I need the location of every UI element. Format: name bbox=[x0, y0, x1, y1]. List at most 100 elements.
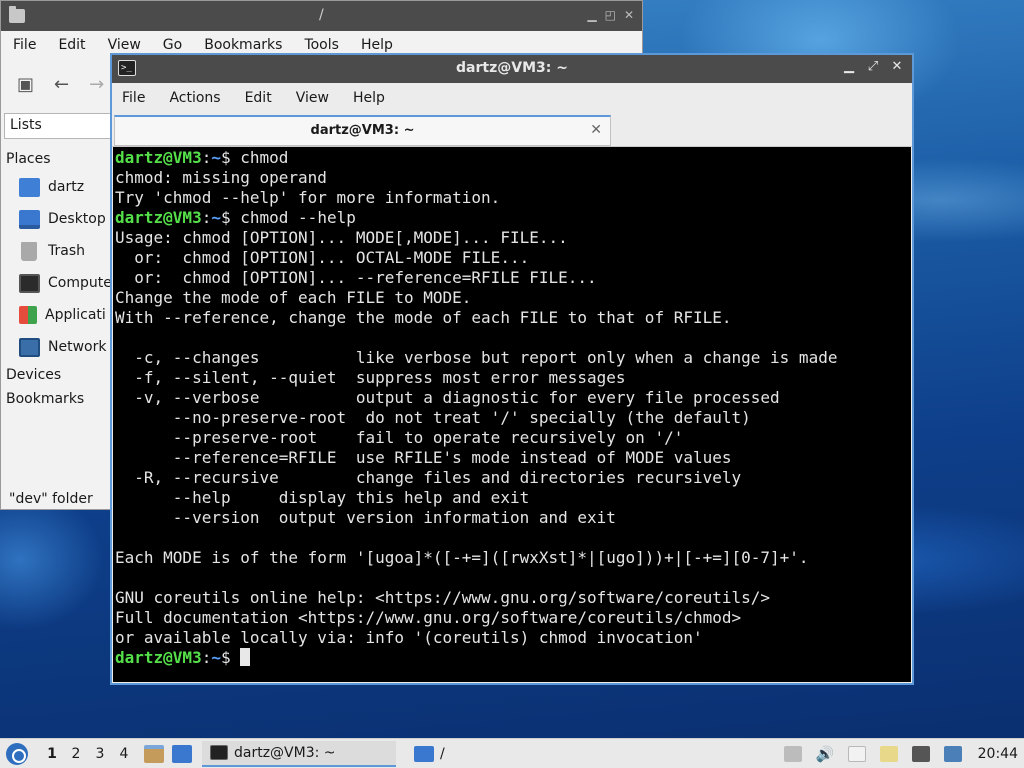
prompt-dollar: $ bbox=[220, 148, 241, 167]
place-item-trash[interactable]: Trash bbox=[1, 235, 111, 267]
place-item-computer[interactable]: Compute bbox=[1, 267, 111, 299]
task-button-file-manager[interactable]: / bbox=[406, 741, 453, 767]
menu-tools[interactable]: Tools bbox=[304, 37, 339, 53]
removable-media-icon[interactable] bbox=[783, 746, 802, 762]
prompt-separator: : bbox=[201, 208, 212, 227]
terminal-menubar: File Actions Edit View Help bbox=[112, 83, 912, 113]
terminal-icon bbox=[210, 745, 228, 760]
network-icon bbox=[19, 337, 40, 357]
tab-label: dartz@VM3: ~ bbox=[310, 123, 415, 138]
terminal-titlebar[interactable]: >_ dartz@VM3: ~ ▁ ⤢ ✕ bbox=[112, 55, 912, 83]
close-icon[interactable]: ✕ bbox=[624, 8, 634, 22]
place-label: Network bbox=[48, 339, 107, 355]
place-label: Compute bbox=[48, 275, 111, 291]
menu-actions[interactable]: Actions bbox=[169, 90, 220, 106]
terminal-output-line: With --reference, change the mode of eac… bbox=[115, 308, 732, 327]
terminal-prompt-line: dartz@VM3:~$ chmod --help bbox=[115, 208, 911, 228]
place-label: Trash bbox=[48, 243, 85, 259]
terminal-prompt-line: dartz@VM3:~$ chmod bbox=[115, 148, 911, 168]
battery-icon[interactable] bbox=[879, 746, 898, 762]
command-text: chmod --help bbox=[240, 208, 356, 227]
terminal-prompt-line: dartz@VM3:~$ bbox=[115, 648, 911, 668]
menu-view[interactable]: View bbox=[108, 37, 141, 53]
status-bar-text: "dev" folder bbox=[9, 491, 93, 507]
bookmarks-header[interactable]: Bookmarks bbox=[1, 387, 111, 411]
command-text: chmod bbox=[240, 148, 289, 167]
terminal-output-line: --reference=RFILE use RFILE's mode inste… bbox=[115, 448, 732, 467]
place-item-network[interactable]: Network bbox=[1, 331, 111, 363]
prompt-user: dartz@VM3 bbox=[115, 208, 202, 227]
menu-file[interactable]: File bbox=[122, 90, 145, 106]
file-manager-launcher-icon[interactable] bbox=[144, 744, 164, 763]
place-label: dartz bbox=[48, 179, 85, 195]
show-desktop-icon[interactable] bbox=[172, 744, 192, 763]
tab-close-icon[interactable]: ✕ bbox=[590, 117, 602, 144]
maximize-icon[interactable]: ⤢ bbox=[866, 59, 880, 74]
menu-view[interactable]: View bbox=[296, 90, 329, 106]
terminal-output[interactable]: dartz@VM3:~$ chmod chmod: missing operand… bbox=[113, 147, 911, 682]
taskbar: 1 2 3 4 dartz@VM3: ~ / 🔊 20:44 bbox=[0, 738, 1024, 768]
terminal-output-line: Full documentation <https://www.gnu.org/… bbox=[115, 608, 742, 627]
home-folder-icon bbox=[19, 177, 40, 197]
menu-go[interactable]: Go bbox=[163, 37, 182, 53]
new-tab-icon[interactable]: ▣ bbox=[17, 74, 34, 95]
task-label: dartz@VM3: ~ bbox=[234, 744, 336, 761]
terminal-output-line: GNU coreutils online help: <https://www.… bbox=[115, 588, 771, 607]
window-controls: ▁ ⤢ ✕ bbox=[842, 59, 904, 74]
terminal-output-line: -f, --silent, --quiet suppress most erro… bbox=[115, 368, 626, 387]
update-notifier-icon[interactable] bbox=[943, 746, 962, 762]
place-item-applications[interactable]: Applicati bbox=[1, 299, 111, 331]
place-item-home[interactable]: dartz bbox=[1, 171, 111, 203]
terminal-output-line: or available locally via: info '(coreuti… bbox=[115, 628, 703, 647]
terminal-output-line: Try 'chmod --help' for more information. bbox=[115, 188, 501, 207]
task-button-terminal[interactable]: dartz@VM3: ~ bbox=[202, 740, 396, 767]
side-pane-mode-select[interactable]: Lists bbox=[4, 113, 111, 139]
text-cursor[interactable] bbox=[240, 648, 251, 666]
folder-icon bbox=[9, 6, 25, 23]
menu-help[interactable]: Help bbox=[361, 37, 393, 53]
file-manager-title: / bbox=[319, 7, 324, 23]
workspace-4[interactable]: 4 bbox=[112, 746, 136, 762]
terminal-output-line: --help display this help and exit bbox=[115, 488, 530, 507]
terminal-output-line: Usage: chmod [OPTION]... MODE[,MODE]... … bbox=[115, 228, 568, 247]
minimize-icon[interactable]: ▁ bbox=[587, 8, 596, 22]
close-icon[interactable]: ✕ bbox=[890, 59, 904, 74]
file-manager-titlebar[interactable]: / ▁ ◰ ✕ bbox=[1, 1, 642, 31]
terminal-tab[interactable]: dartz@VM3: ~ ✕ bbox=[114, 115, 611, 146]
volume-icon[interactable]: 🔊 bbox=[816, 746, 835, 762]
terminal-window-title: dartz@VM3: ~ bbox=[456, 60, 568, 76]
places-header[interactable]: Places bbox=[1, 147, 111, 171]
terminal-output-line: or: chmod [OPTION]... --reference=RFILE … bbox=[115, 268, 597, 287]
menu-bookmarks[interactable]: Bookmarks bbox=[204, 37, 282, 53]
forward-icon[interactable]: → bbox=[89, 74, 104, 95]
workspace-1[interactable]: 1 bbox=[40, 746, 64, 762]
menu-edit[interactable]: Edit bbox=[58, 37, 85, 53]
prompt-user: dartz@VM3 bbox=[115, 648, 202, 667]
task-label: / bbox=[440, 745, 445, 762]
place-label: Desktop bbox=[48, 211, 106, 227]
workspace-2[interactable]: 2 bbox=[64, 746, 88, 762]
menu-file[interactable]: File bbox=[13, 37, 36, 53]
terminal-output-line: chmod: missing operand bbox=[115, 168, 327, 187]
desktop-background-glow bbox=[0, 500, 120, 740]
prompt-path: ~ bbox=[211, 208, 221, 227]
minimize-icon[interactable]: ▁ bbox=[842, 59, 856, 74]
place-item-desktop[interactable]: Desktop bbox=[1, 203, 111, 235]
network-icon[interactable] bbox=[911, 746, 930, 762]
maximize-icon[interactable]: ◰ bbox=[605, 8, 616, 22]
menu-edit[interactable]: Edit bbox=[245, 90, 272, 106]
menu-help[interactable]: Help bbox=[353, 90, 385, 106]
terminal-window[interactable]: >_ dartz@VM3: ~ ▁ ⤢ ✕ File Actions Edit … bbox=[110, 53, 914, 685]
devices-header[interactable]: Devices bbox=[1, 363, 111, 387]
clock[interactable]: 20:44 bbox=[978, 746, 1018, 762]
prompt-separator: : bbox=[201, 148, 212, 167]
workspace-3[interactable]: 3 bbox=[88, 746, 112, 762]
app-menu-icon[interactable] bbox=[6, 742, 28, 765]
clipboard-icon[interactable] bbox=[847, 746, 866, 762]
prompt-path: ~ bbox=[211, 648, 221, 667]
place-label: Applicati bbox=[45, 307, 106, 323]
back-icon[interactable]: ← bbox=[54, 74, 69, 95]
